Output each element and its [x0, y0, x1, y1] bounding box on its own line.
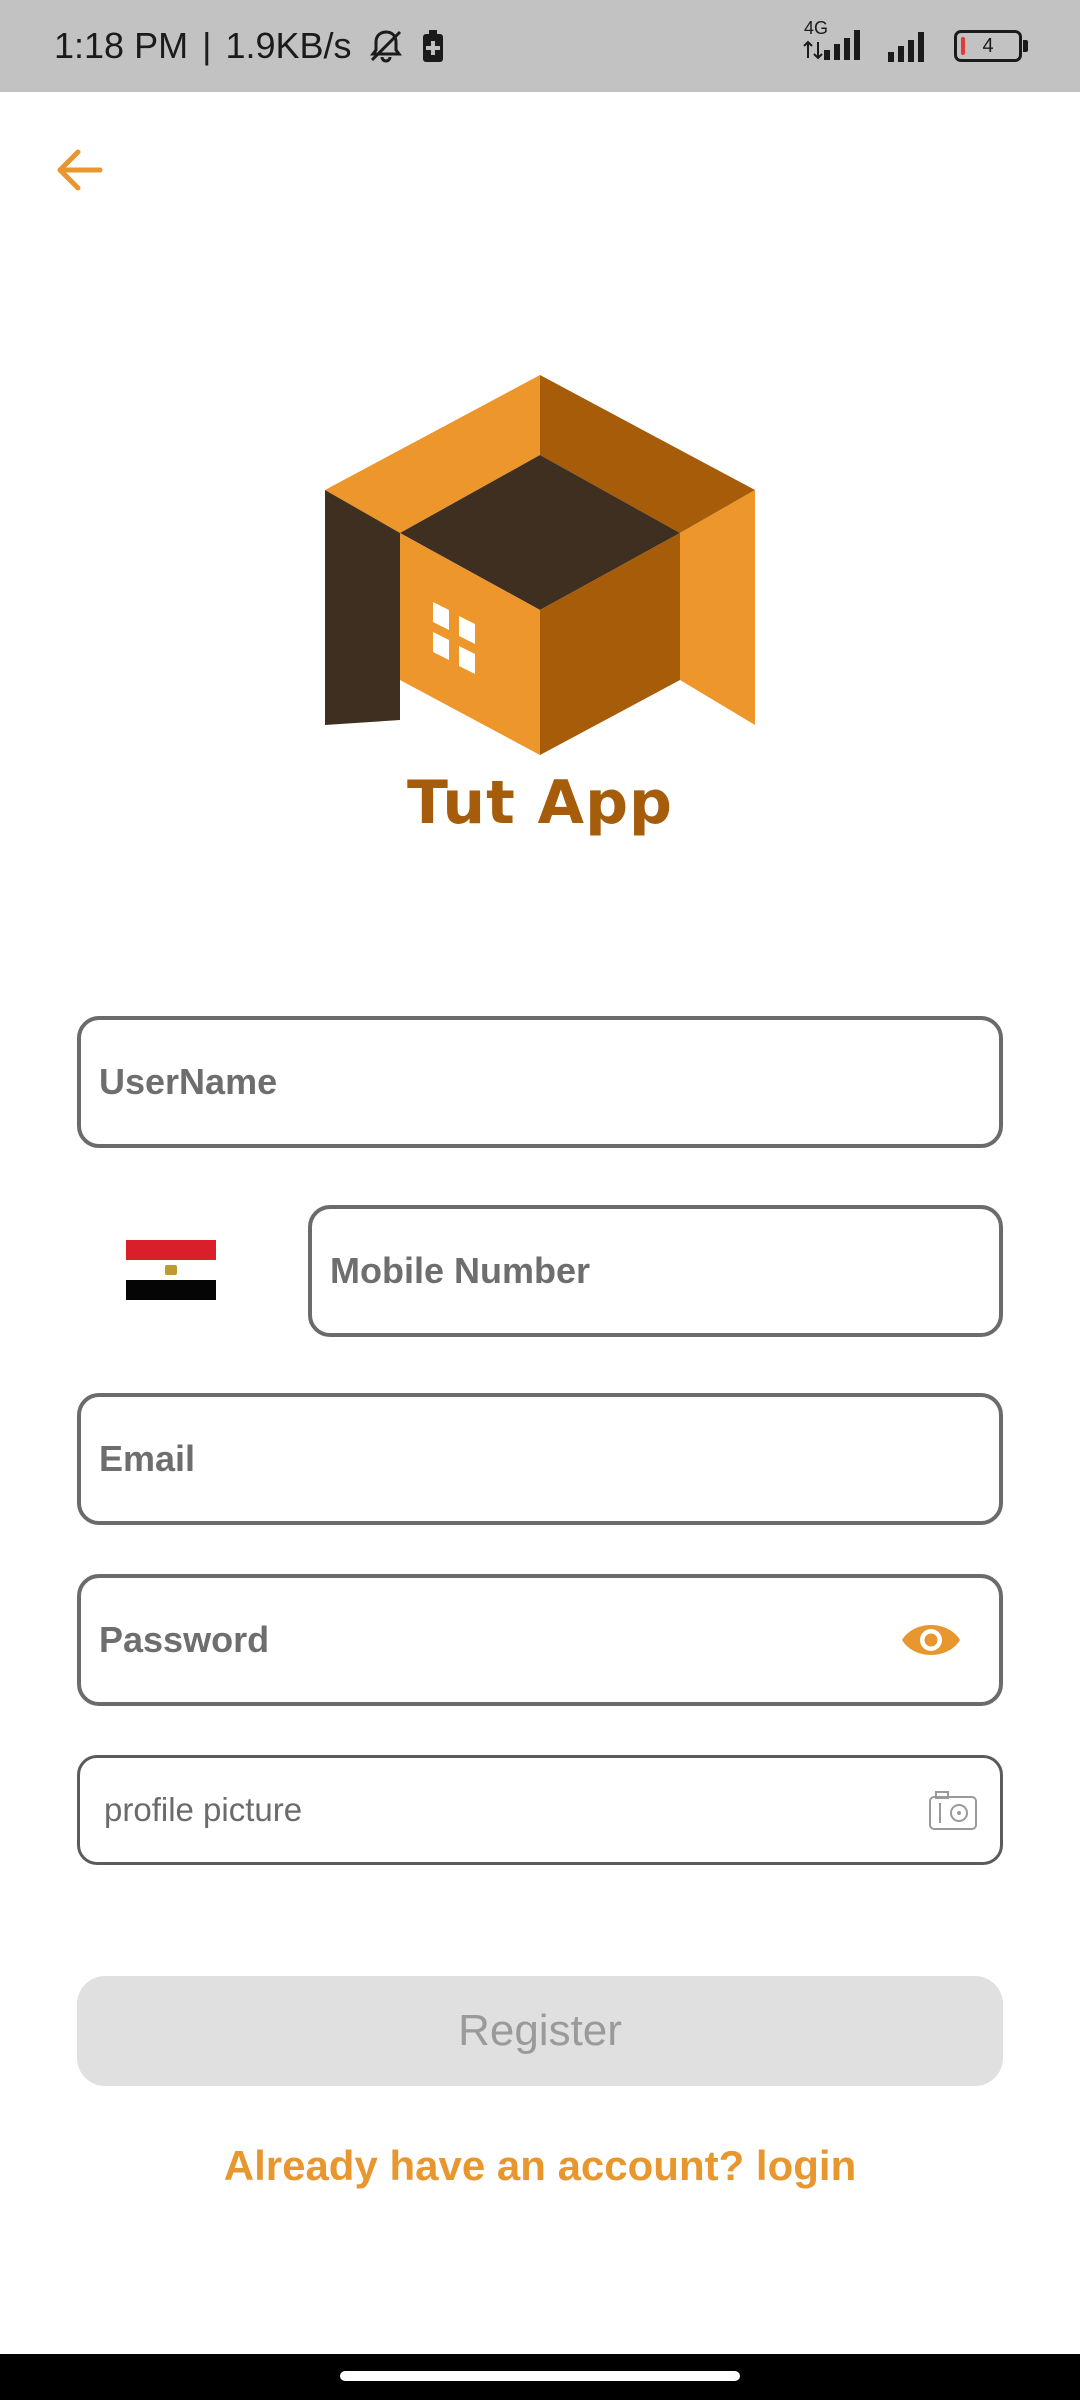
- camera-icon[interactable]: [928, 1789, 978, 1831]
- battery-level-bar: [961, 37, 965, 55]
- status-right: 4G 4: [800, 0, 1028, 92]
- app-name: Tut App: [407, 768, 673, 838]
- flag-white-stripe: [126, 1260, 216, 1280]
- status-bar: 1:18 PM | 1.9KB/s 4G 4: [0, 0, 1080, 92]
- profile-picture-label: profile picture: [104, 1791, 303, 1828]
- mobile-number-input[interactable]: [312, 1250, 999, 1292]
- status-left: 1:18 PM | 1.9KB/s: [54, 0, 446, 92]
- username-field[interactable]: [77, 1016, 1003, 1148]
- network-type-label: 4G: [804, 17, 829, 38]
- email-field[interactable]: [77, 1393, 1003, 1525]
- register-button[interactable]: Register: [77, 1976, 1003, 2086]
- profile-picture-picker[interactable]: profile picture: [77, 1755, 1003, 1865]
- status-time: 1:18 PM: [54, 25, 189, 66]
- flag-red-stripe: [126, 1240, 216, 1260]
- password-field[interactable]: [77, 1574, 1003, 1706]
- signal-icon: [888, 32, 924, 62]
- eye-icon: [902, 1625, 960, 1655]
- battery-level: 4: [982, 34, 994, 57]
- status-separator: |: [202, 25, 212, 66]
- arrow-left-icon: [57, 149, 103, 191]
- login-link[interactable]: Already have an account? login: [0, 2142, 1080, 2190]
- app-logo: [325, 375, 755, 755]
- username-input[interactable]: [81, 1061, 999, 1103]
- password-input[interactable]: [81, 1619, 999, 1661]
- mobile-number-field[interactable]: [308, 1205, 1003, 1337]
- flag-black-stripe: [126, 1280, 216, 1300]
- battery-saver-icon: [422, 30, 443, 62]
- network-signal-group: 4G: [800, 18, 870, 67]
- navigation-bar: [0, 2354, 1080, 2400]
- mute-notifications-icon: [369, 30, 402, 63]
- battery-icon: 4: [954, 30, 1028, 62]
- home-indicator[interactable]: [340, 2371, 740, 2381]
- toggle-password-visibility-button[interactable]: [899, 1618, 963, 1662]
- country-flag-egypt[interactable]: [126, 1240, 216, 1300]
- flag-eagle-icon: [165, 1265, 177, 1275]
- back-button[interactable]: [50, 140, 110, 200]
- email-input[interactable]: [81, 1438, 999, 1480]
- network-speed: 1.9KB/s: [225, 25, 352, 66]
